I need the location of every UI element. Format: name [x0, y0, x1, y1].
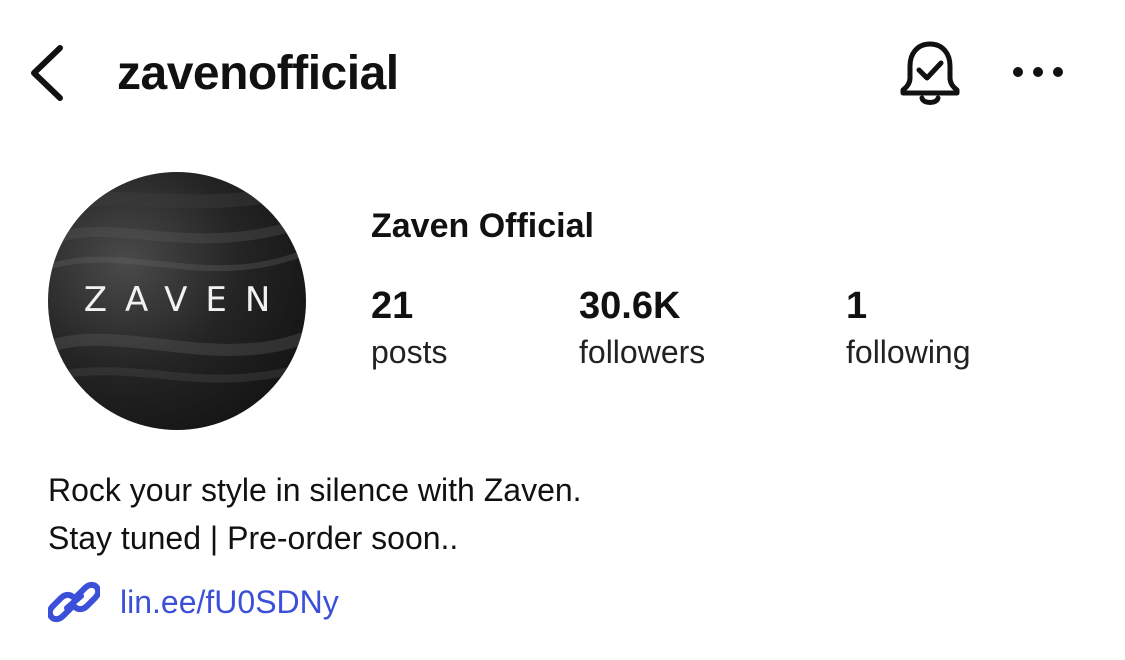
more-horizontal-icon — [1012, 65, 1064, 83]
avatar-logo-text: ZAVEN — [83, 280, 289, 320]
display-name: Zaven Official — [371, 207, 594, 245]
following-label: following — [846, 334, 971, 370]
link-icon — [48, 576, 102, 628]
notifications-button[interactable] — [895, 38, 965, 112]
back-button[interactable] — [22, 40, 70, 110]
bio-line: Rock your style in silence with Zaven. — [48, 472, 582, 508]
profile-bio: Rock your style in silence with Zaven. S… — [48, 466, 582, 562]
profile-avatar[interactable]: ZAVEN — [48, 172, 306, 430]
posts-label: posts — [371, 334, 448, 370]
followers-stat[interactable]: 30.6K followers — [579, 282, 705, 374]
bell-check-icon — [897, 38, 963, 113]
chevron-left-icon — [26, 42, 66, 109]
link-url[interactable]: lin.ee/fU0SDNy — [120, 580, 339, 624]
following-count: 1 — [846, 285, 868, 327]
profile-username: zavenofficial — [117, 47, 399, 100]
posts-count: 21 — [371, 285, 414, 327]
profile-page: zavenofficial ZAVEN Zaven Official 21 po… — [0, 0, 1125, 660]
profile-link[interactable]: lin.ee/fU0SDNy — [48, 576, 339, 628]
followers-count: 30.6K — [579, 285, 681, 327]
followers-label: followers — [579, 334, 706, 370]
following-stat[interactable]: 1 following — [846, 282, 971, 374]
more-options-button[interactable] — [1008, 52, 1068, 96]
posts-stat[interactable]: 21 posts — [371, 282, 447, 374]
bio-line: Stay tuned | Pre-order soon.. — [48, 520, 459, 556]
